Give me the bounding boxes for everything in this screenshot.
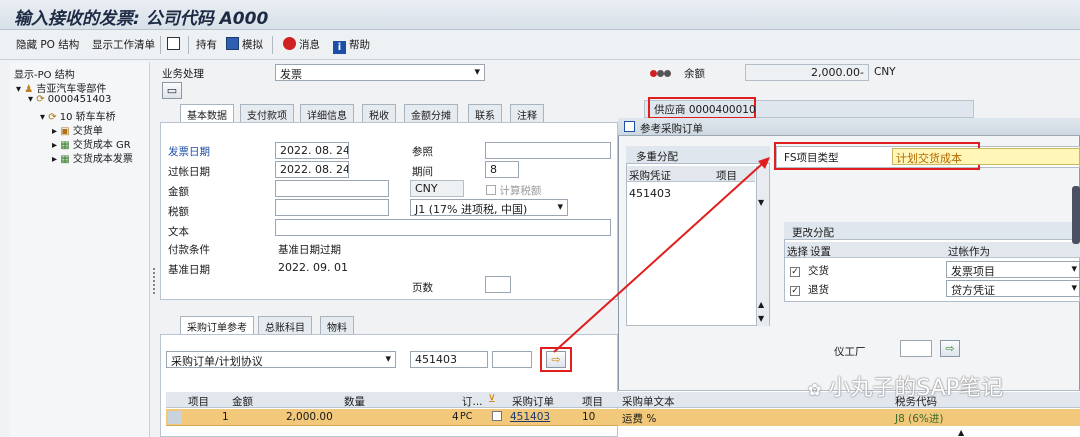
watermark: ✿ 小丸子的SAP笔记 — [808, 376, 1004, 401]
